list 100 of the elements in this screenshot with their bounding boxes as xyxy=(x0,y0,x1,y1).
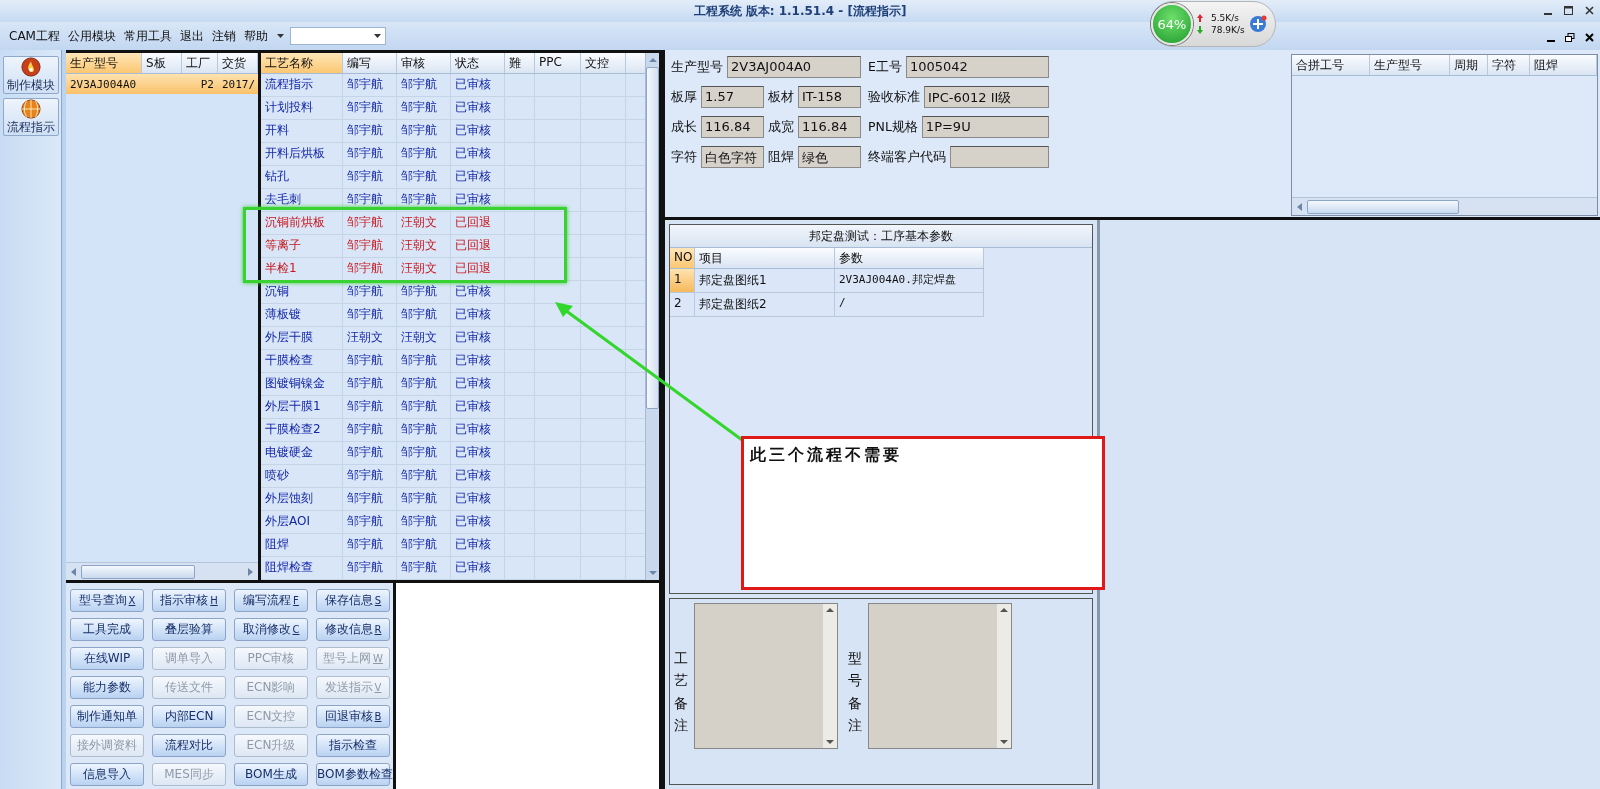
table-cell: 已回退 xyxy=(451,258,505,280)
action-button[interactable]: BOM生成 xyxy=(234,763,308,786)
action-button[interactable]: 工具完成 xyxy=(70,618,144,641)
scroll-up-icon[interactable] xyxy=(826,607,834,613)
menu-item[interactable]: CAM工程 xyxy=(6,25,63,47)
vertical-scrollbar[interactable] xyxy=(645,53,659,580)
table-cell: 邹宇航 xyxy=(343,534,397,556)
dropdown-field[interactable] xyxy=(289,27,386,45)
action-button[interactable]: 指示检查 xyxy=(316,734,390,757)
action-button[interactable]: 保存信息 S xyxy=(316,589,390,612)
column-header[interactable]: 阻焊 xyxy=(1530,55,1597,75)
text-area[interactable] xyxy=(694,603,838,749)
table-cell: 汪朝文 xyxy=(343,327,397,349)
table-cell: 2 xyxy=(670,293,695,316)
column-header[interactable]: NO xyxy=(670,248,695,268)
caret-icon[interactable] xyxy=(276,34,284,38)
text-field[interactable]: 白色字符 xyxy=(701,146,764,168)
scroll-right-icon[interactable] xyxy=(246,566,254,577)
column-header[interactable]: 周期 xyxy=(1450,55,1488,75)
action-button[interactable]: 型号查询 X xyxy=(70,589,144,612)
text-field[interactable]: 116.84 xyxy=(701,116,764,138)
menu-item[interactable]: 注销 xyxy=(208,25,239,47)
scroll-up-icon[interactable] xyxy=(1000,607,1008,613)
column-header[interactable]: 项目 xyxy=(695,248,835,268)
maximize-button[interactable] xyxy=(1562,3,1575,17)
restore-button[interactable] xyxy=(1563,30,1577,44)
column-header[interactable]: 文控 xyxy=(581,53,626,73)
action-button[interactable]: 能力参数 xyxy=(70,676,144,699)
plus-icon[interactable] xyxy=(1249,15,1267,33)
table-cell: / xyxy=(835,293,984,316)
table-cell: 邹宇航 xyxy=(397,350,451,372)
column-header[interactable]: S板 xyxy=(142,53,182,73)
text-field[interactable]: 1P=9U xyxy=(921,116,1049,138)
table-cell: 外层干膜1 xyxy=(261,396,343,418)
maximize-icon xyxy=(1564,5,1573,15)
text-field[interactable]: 1005042 xyxy=(905,56,1049,78)
action-button[interactable]: 内部ECN xyxy=(152,705,226,728)
table-cell: 邹宇航 xyxy=(397,143,451,165)
horizontal-scrollbar[interactable] xyxy=(1292,197,1597,215)
column-header[interactable]: 字符 xyxy=(1488,55,1530,75)
table-cell: 汪朝文 xyxy=(397,258,451,280)
table-cell: 邹宇航 xyxy=(343,373,397,395)
toolbar-button[interactable]: 制作模块 xyxy=(2,56,59,94)
menu-item[interactable]: 公用模块 xyxy=(64,25,119,47)
menu-item[interactable]: 退出 xyxy=(176,25,207,47)
action-button[interactable]: 制作通知单 xyxy=(70,705,144,728)
toolbar-button[interactable]: 流程指示 xyxy=(2,98,59,136)
annotation-text: 此三个流程不需要 xyxy=(750,445,902,464)
scroll-down-icon[interactable] xyxy=(1000,739,1008,745)
text-field[interactable] xyxy=(950,146,1049,168)
field-label: 终端客户代码 xyxy=(868,148,946,166)
action-button[interactable]: 流程对比 xyxy=(152,734,226,757)
column-header[interactable]: 审核 xyxy=(397,53,451,73)
scroll-down-icon[interactable] xyxy=(647,569,658,577)
text-field[interactable]: IPC-6012 II级 xyxy=(924,86,1049,108)
action-button[interactable]: 叠层验算 xyxy=(152,618,226,641)
text-field[interactable]: IT-158 xyxy=(798,86,861,108)
table-cell: 邹宇航 xyxy=(397,189,451,211)
text-area[interactable] xyxy=(868,603,1012,749)
scroll-down-icon[interactable] xyxy=(826,739,834,745)
table-cell: 去毛刺 xyxy=(261,189,343,211)
action-button[interactable]: 取消修改 C xyxy=(234,618,308,641)
column-header[interactable]: 交货 xyxy=(218,53,258,73)
text-field[interactable]: 1.57 xyxy=(701,86,764,108)
column-header[interactable]: 合拼工号 xyxy=(1292,55,1370,75)
menu-item[interactable]: 常用工具 xyxy=(120,25,175,47)
text-field[interactable]: 2V3AJ004A0 xyxy=(727,56,861,78)
text-field[interactable]: 116.84 xyxy=(798,116,861,138)
column-header[interactable]: 参数 xyxy=(835,248,984,268)
column-header[interactable]: PPC xyxy=(535,53,581,73)
scroll-left-icon[interactable] xyxy=(1296,201,1304,212)
globe-icon xyxy=(19,99,42,119)
menu-item[interactable]: 帮助 xyxy=(240,25,271,47)
horizontal-scrollbar[interactable] xyxy=(66,562,258,580)
action-button[interactable]: 指示审核 H xyxy=(152,589,226,612)
table-cell: 已审核 xyxy=(451,74,505,96)
action-button[interactable]: 编写流程 F xyxy=(234,589,308,612)
network-widget[interactable]: 64% 5.5K/s 78.9K/s xyxy=(1150,1,1276,47)
scroll-left-icon[interactable] xyxy=(70,566,78,577)
action-button[interactable]: 回退审核 B xyxy=(316,705,390,728)
column-header[interactable]: 编写 xyxy=(343,53,397,73)
column-header[interactable]: 工厂 xyxy=(182,53,218,73)
restore-icon xyxy=(1565,32,1575,42)
column-header[interactable]: 状态 xyxy=(451,53,505,73)
minimize-icon xyxy=(1544,13,1552,15)
column-header[interactable]: 生产型号 xyxy=(66,53,142,73)
action-button[interactable]: 信息导入 xyxy=(70,763,144,786)
close-button[interactable] xyxy=(1583,30,1596,44)
table-cell: 图镀铜镍金 xyxy=(261,373,343,395)
close-button[interactable] xyxy=(1583,3,1596,17)
scroll-up-icon[interactable] xyxy=(647,56,658,64)
text-field[interactable]: 绿色 xyxy=(798,146,861,168)
action-button[interactable]: 在线WIP xyxy=(70,647,144,670)
action-button[interactable]: 修改信息 R xyxy=(316,618,390,641)
column-header[interactable]: 生产型号 xyxy=(1370,55,1450,75)
table-cell: 邹宇航 xyxy=(343,488,397,510)
table-cell: 已审核 xyxy=(451,465,505,487)
table-row[interactable]: 2V3AJ004A0 P2 2017/ xyxy=(66,74,258,94)
column-header[interactable]: 難 xyxy=(505,53,535,73)
column-header[interactable]: 工艺名称 xyxy=(261,53,343,73)
